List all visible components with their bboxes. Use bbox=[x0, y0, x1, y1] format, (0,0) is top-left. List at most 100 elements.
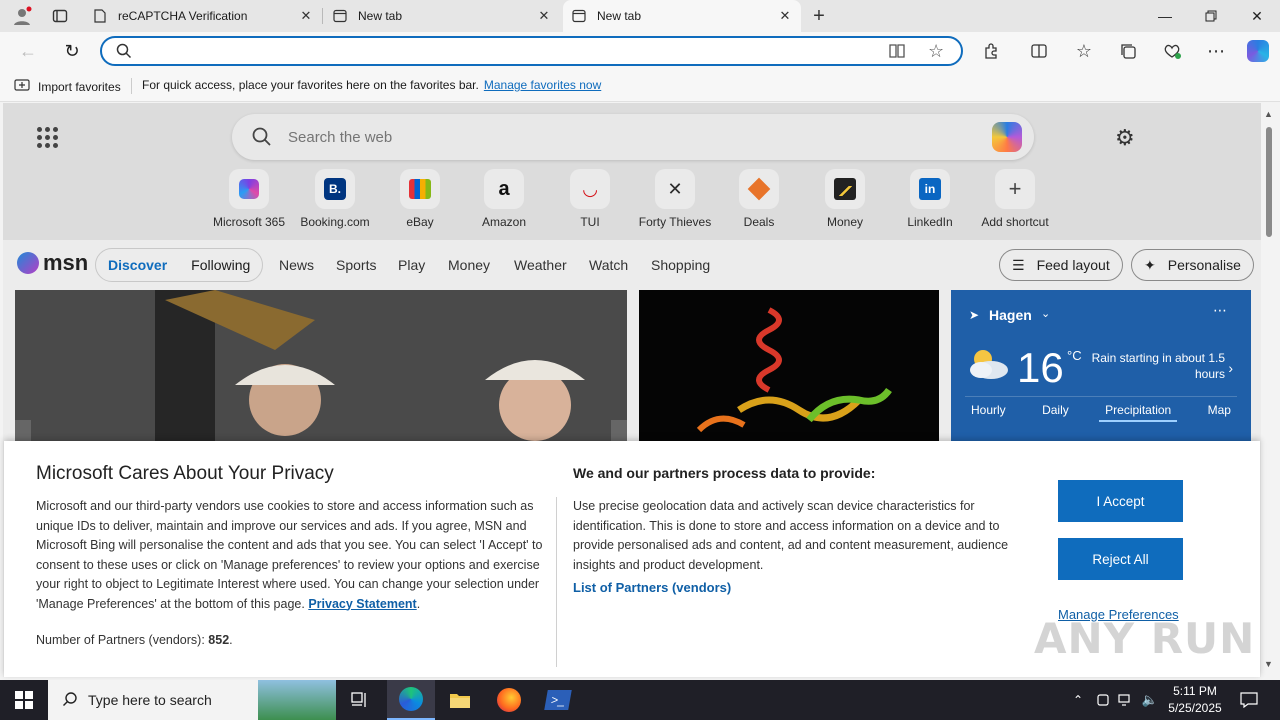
immersive-reader-icon[interactable] bbox=[888, 42, 906, 65]
weather-tab-precipitation[interactable]: Precipitation bbox=[1099, 403, 1178, 422]
reject-all-button[interactable]: Reject All bbox=[1058, 538, 1183, 580]
notifications-icon[interactable] bbox=[1232, 680, 1266, 720]
chevron-down-icon[interactable]: ⌄ bbox=[1041, 307, 1050, 320]
nav-money[interactable]: Money bbox=[448, 257, 490, 273]
weather-card[interactable]: ➤ Hagen ⌄ ⋯ 16 °C Rain starting in about… bbox=[951, 290, 1251, 442]
new-tab-plus-icon[interactable]: + bbox=[805, 5, 833, 27]
scroll-thumb[interactable] bbox=[1266, 127, 1272, 237]
shortcut-money[interactable]: Money bbox=[805, 169, 885, 229]
close-icon[interactable]: ✕ bbox=[536, 8, 552, 24]
accept-button[interactable]: I Accept bbox=[1058, 480, 1183, 522]
favorite-star-icon[interactable]: ☆ bbox=[928, 41, 944, 62]
news-card-hero[interactable] bbox=[15, 290, 627, 442]
copilot-search-icon[interactable] bbox=[992, 122, 1022, 152]
copilot-icon[interactable] bbox=[1244, 38, 1272, 64]
browser-essentials-icon[interactable] bbox=[1158, 38, 1186, 64]
privacy-statement-link[interactable]: Privacy Statement bbox=[308, 597, 416, 611]
process-title: We and our partners process data to prov… bbox=[573, 465, 876, 481]
task-view-icon[interactable] bbox=[338, 680, 382, 720]
app-launcher-icon[interactable] bbox=[37, 127, 59, 149]
msn-logo-text: msn bbox=[43, 250, 89, 275]
chevron-right-icon[interactable]: › bbox=[1228, 360, 1233, 376]
weather-tab-hourly[interactable]: Hourly bbox=[965, 403, 1012, 422]
deals-icon bbox=[739, 169, 779, 209]
shortcut-amazon[interactable]: a Amazon bbox=[464, 169, 544, 229]
close-icon[interactable]: ✕ bbox=[777, 8, 793, 24]
tab-new-1[interactable]: New tab ✕ bbox=[324, 0, 560, 32]
shortcut-linkedin[interactable]: in LinkedIn bbox=[890, 169, 970, 229]
meet-now-icon[interactable] bbox=[1093, 680, 1113, 720]
page-scrollbar[interactable]: ▲ ▼ bbox=[1261, 103, 1280, 677]
favorites-icon[interactable]: ☆ bbox=[1070, 38, 1098, 64]
tab-actions-icon[interactable] bbox=[46, 6, 74, 26]
file-explorer-icon[interactable] bbox=[436, 680, 484, 720]
edge-taskbar-icon[interactable] bbox=[387, 680, 435, 720]
nav-watch[interactable]: Watch bbox=[589, 257, 628, 273]
weather-tab-daily[interactable]: Daily bbox=[1036, 403, 1075, 422]
shortcut-label: LinkedIn bbox=[907, 215, 953, 229]
shortcut-deals[interactable]: Deals bbox=[719, 169, 799, 229]
firefox-icon[interactable] bbox=[485, 680, 533, 720]
shortcut-label: Money bbox=[826, 215, 864, 229]
news-card-protein[interactable] bbox=[639, 290, 939, 442]
address-input[interactable] bbox=[138, 42, 878, 60]
address-bar[interactable]: ☆ bbox=[100, 36, 963, 66]
windows-start-icon[interactable] bbox=[0, 680, 48, 720]
partly-cloudy-icon bbox=[970, 350, 1008, 379]
page-settings-gear-icon[interactable]: ⚙ bbox=[1115, 125, 1135, 151]
show-hidden-icons-chevron-icon[interactable]: ⌃ bbox=[1068, 680, 1088, 720]
shortcut-tui[interactable]: ◡ TUI bbox=[550, 169, 630, 229]
shortcut-booking[interactable]: B. Booking.com bbox=[295, 169, 375, 229]
more-menu-icon[interactable]: ⋯ bbox=[1202, 38, 1230, 64]
nav-sports[interactable]: Sports bbox=[336, 257, 376, 273]
more-options-icon[interactable]: ⋯ bbox=[1213, 302, 1227, 319]
amazon-icon: a bbox=[484, 169, 524, 209]
tab-new-active[interactable]: New tab ✕ bbox=[563, 0, 801, 32]
manage-favorites-link[interactable]: Manage favorites now bbox=[484, 78, 601, 92]
powershell-icon[interactable]: >_ bbox=[534, 680, 582, 720]
back-icon[interactable]: ← bbox=[14, 38, 42, 64]
personalise-button[interactable]: ✦ Personalise bbox=[1131, 249, 1254, 281]
privacy-body-text: Microsoft and our third-party vendors us… bbox=[36, 499, 543, 611]
split-screen-icon[interactable] bbox=[1025, 38, 1053, 64]
refresh-icon[interactable]: ↻ bbox=[58, 38, 86, 64]
list-of-partners-link[interactable]: List of Partners (vendors) bbox=[573, 580, 731, 595]
web-search-box[interactable] bbox=[232, 114, 1034, 160]
nav-shopping[interactable]: Shopping bbox=[651, 257, 710, 273]
extensions-icon[interactable] bbox=[977, 38, 1005, 64]
volume-icon[interactable]: 🔈 bbox=[1140, 680, 1160, 720]
tab-discover[interactable]: Discover bbox=[108, 257, 167, 273]
shortcut-forty-thieves[interactable]: ✕ Forty Thieves bbox=[635, 169, 715, 229]
tab-following[interactable]: Following bbox=[191, 257, 250, 273]
windows-taskbar: Type here to search >_ ⌃ 🔈 5:11 PM 5/25/… bbox=[0, 680, 1280, 720]
taskbar-search[interactable]: Type here to search bbox=[48, 680, 336, 720]
nav-weather[interactable]: Weather bbox=[514, 257, 567, 273]
nav-play[interactable]: Play bbox=[398, 257, 425, 273]
close-icon[interactable]: ✕ bbox=[298, 8, 314, 24]
shortcut-ebay[interactable]: eBay bbox=[380, 169, 460, 229]
nav-news[interactable]: News bbox=[279, 257, 314, 273]
scroll-up-icon[interactable]: ▲ bbox=[1264, 109, 1273, 119]
shortcut-microsoft-365[interactable]: Microsoft 365 bbox=[209, 169, 289, 229]
collections-icon[interactable] bbox=[1114, 38, 1142, 64]
newtab-icon bbox=[571, 8, 587, 24]
shortcut-add[interactable]: + Add shortcut bbox=[975, 169, 1055, 229]
window-close-icon[interactable]: ✕ bbox=[1234, 0, 1280, 32]
weather-location[interactable]: Hagen bbox=[989, 307, 1032, 323]
profile-icon[interactable] bbox=[8, 6, 36, 26]
tab-recaptcha[interactable]: reCAPTCHA Verification ✕ bbox=[84, 0, 322, 32]
feed-layout-button[interactable]: ☰ Feed layout bbox=[999, 249, 1123, 281]
minimize-icon[interactable]: — bbox=[1142, 0, 1188, 32]
privacy-body: Microsoft and our third-party vendors us… bbox=[36, 499, 543, 611]
address-bar-row: ← ↻ ☆ ☆ ⋯ bbox=[0, 32, 1280, 70]
msn-logo[interactable]: msn bbox=[17, 250, 88, 276]
import-favorites[interactable]: Import favorites bbox=[14, 78, 121, 95]
network-icon[interactable] bbox=[1116, 680, 1136, 720]
restore-icon[interactable] bbox=[1188, 0, 1234, 32]
weather-tab-map[interactable]: Map bbox=[1202, 403, 1237, 422]
tab-divider bbox=[322, 8, 323, 24]
taskbar-clock[interactable]: 5:11 PM 5/25/2025 bbox=[1164, 683, 1226, 717]
temperature-unit[interactable]: °C bbox=[1067, 348, 1082, 363]
scroll-down-icon[interactable]: ▼ bbox=[1264, 659, 1273, 669]
web-search-input[interactable] bbox=[288, 127, 948, 147]
